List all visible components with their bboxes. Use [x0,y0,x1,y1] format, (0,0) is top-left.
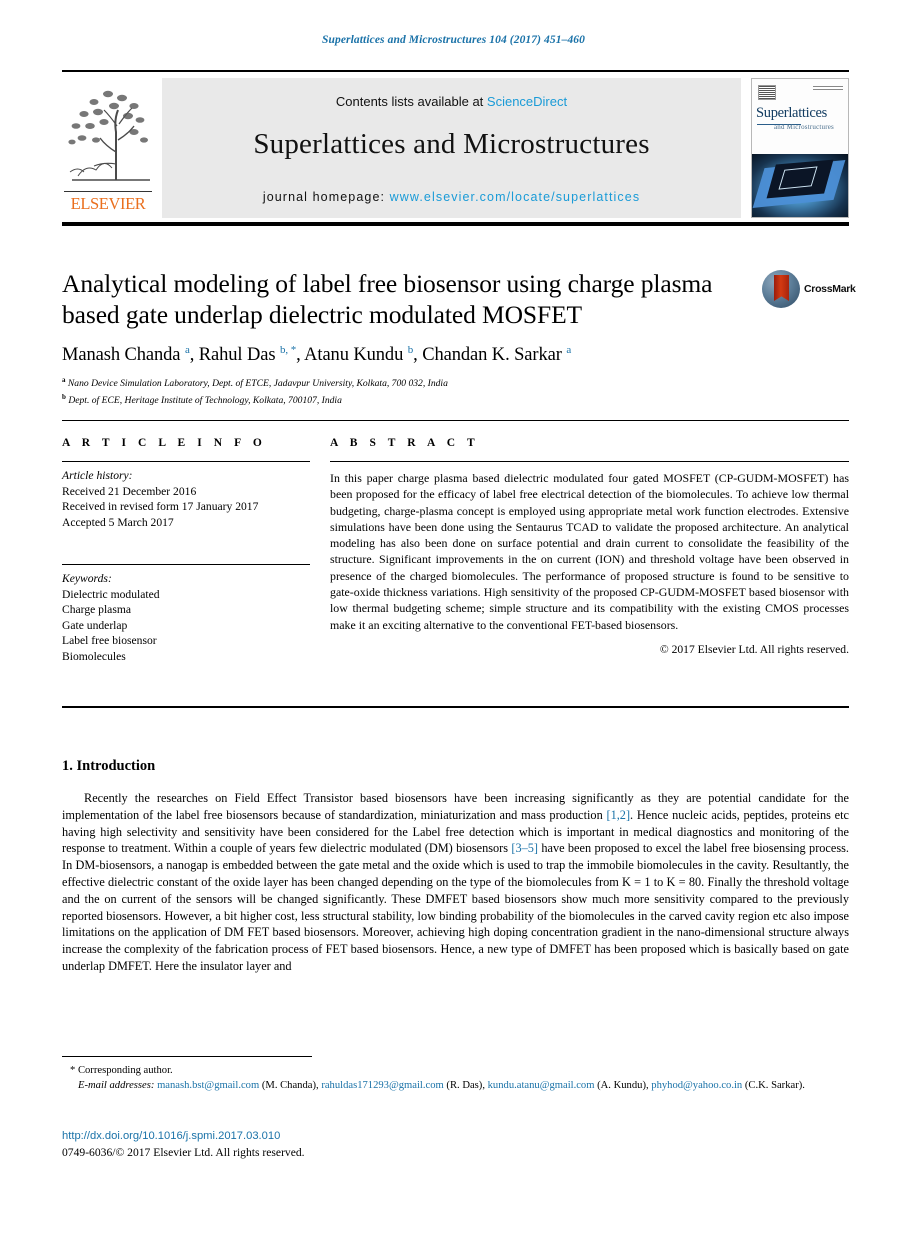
journal-title: Superlattices and Microstructures [253,128,650,160]
affiliation-list: a Nano Device Simulation Laboratory, Dep… [62,374,762,407]
abstract-heading: A B S T R A C T [330,437,480,449]
email-owner-3: (A. Kundu) [597,1079,646,1091]
history-accepted: Accepted 5 March 2017 [62,515,174,529]
keyword-item: Dielectric modulated [62,587,160,601]
cover-issue-text [813,86,843,90]
homepage-prefix: journal homepage: [262,190,390,204]
affiliation-marker-a: a [62,376,66,384]
contents-available-line: Contents lists available at ScienceDirec… [162,94,741,109]
contents-panel: Contents lists available at ScienceDirec… [162,78,741,218]
info-section-bottom-rule [62,706,849,708]
article-info-rule [62,461,310,462]
citation-ref-2[interactable]: [3–5] [511,841,538,855]
email-link-1[interactable]: manash.bst@gmail.com [157,1080,259,1091]
article-info-heading: A R T I C L E I N F O [62,437,267,449]
abstract-copyright: © 2017 Elsevier Ltd. All rights reserved… [659,642,849,656]
cover-shape-lattice [778,165,818,190]
keyword-item: Charge plasma [62,603,132,616]
affiliation-text-b: Dept. of ECE, Heritage Institute of Tech… [68,394,342,406]
logo-divider [64,190,152,192]
keywords-rule [62,564,310,565]
info-section-top-rule [62,420,849,421]
journal-homepage-line: journal homepage: www.elsevier.com/locat… [162,190,741,204]
tree-drawing-icon [68,90,150,181]
body-paragraph-introduction: Recently the researches on Field Effect … [62,790,849,975]
footnote-block: * Corresponding author. E-mail addresses… [62,1064,849,1093]
crossmark-badge[interactable]: CrossMark [762,270,856,312]
email-link-3[interactable]: kundu.atanu@gmail.com [488,1080,595,1091]
keyword-item: Biomolecules [62,649,126,663]
keywords-label: Keywords: [62,572,112,585]
email-owner-4: (C.K. Sarkar) [744,1079,803,1091]
elsevier-tree-icon [64,80,152,184]
email-link-2[interactable]: rahuldas171293@gmail.com [321,1080,443,1091]
crossmark-label: CrossMark [804,283,856,295]
article-history-label: Article history: [62,469,133,482]
section-heading-introduction: 1. Introduction [62,758,156,774]
email-link-4[interactable]: phyhod@yahoo.co.in [651,1080,742,1091]
history-revised: Received in revised form 17 January 2017 [62,500,259,513]
article-info-column: A R T I C L E I N F O Article history: R… [62,437,310,664]
keyword-item: Gate underlap [62,618,128,632]
affiliation-text-a: Nano Device Simulation Laboratory, Dept.… [67,378,448,390]
journal-homepage-link[interactable]: www.elsevier.com/locate/superlattices [390,190,641,204]
doi-link[interactable]: http://dx.doi.org/10.1016/j.spmi.2017.03… [62,1130,280,1142]
elsevier-wordmark: ELSEVIER [70,194,146,213]
title-block: Analytical modeling of label free biosen… [62,268,742,330]
page-title: Analytical modeling of label free biosen… [62,269,713,329]
running-head: Superlattices and Microstructures 104 (2… [321,34,585,46]
email-owner-1: (M. Chanda) [261,1079,317,1091]
contents-prefix: Contents lists available at [335,94,487,109]
email-label: E-mail addresses: [78,1079,155,1091]
issn-copyright-line: 0749-6036/© 2017 Elsevier Ltd. All right… [62,1146,305,1159]
abstract-text: In this paper charge plasma based dielec… [330,471,849,632]
intro-part-3: have been proposed to excel the label fr… [62,841,849,973]
cover-subtitle: and Microstructures [774,123,834,131]
cover-publisher-mark-icon [758,85,776,100]
corresponding-author-note: * Corresponding author. [70,1065,173,1076]
footnote-rule [62,1056,312,1057]
journal-masthead: ELSEVIER Contents lists available at Sci… [62,70,849,220]
author-list: Manash Chanda a, Rahul Das b, *, Atanu K… [62,344,572,366]
intro-paragraph: Recently the researches on Field Effect … [62,790,849,975]
cover-title: Superlattices [756,105,827,121]
citation-ref-1[interactable]: [1,2] [606,808,630,822]
elsevier-logo: ELSEVIER [62,78,154,218]
affiliation-a: a Nano Device Simulation Laboratory, Dep… [62,374,762,391]
abstract-rule [330,461,849,462]
journal-cover-thumbnail: Superlattices and Microstructures [751,78,849,218]
keyword-item: Label free biosensor [62,634,157,647]
cover-artwork [752,153,848,217]
history-received: Received 21 December 2016 [62,484,197,498]
email-addresses-note: E-mail addresses: manash.bst@gmail.com (… [78,1079,805,1091]
affiliation-marker-b: b [62,392,66,401]
journal-article-page: Superlattices and Microstructures 104 (2… [0,0,907,1238]
sciencedirect-link[interactable]: ScienceDirect [487,94,567,109]
abstract-column: A B S T R A C T In this paper charge pla… [330,437,849,656]
masthead-bottom-rule [62,222,849,226]
affiliation-b: b Dept. of ECE, Heritage Institute of Te… [62,391,762,408]
email-owner-2: (R. Das) [446,1079,483,1091]
